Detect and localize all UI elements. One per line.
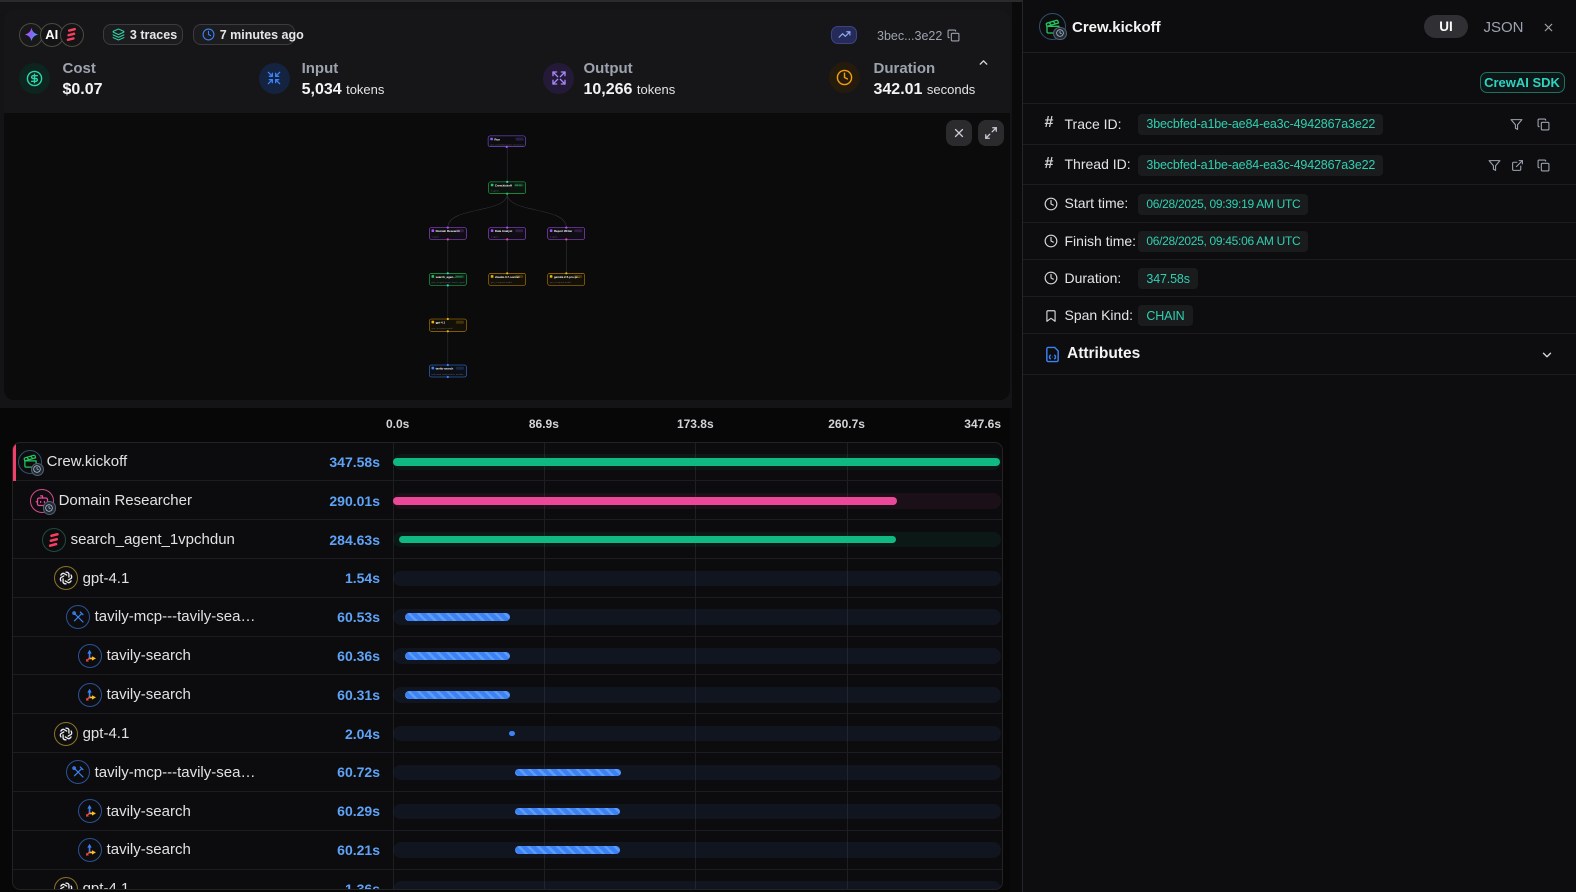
svg-text:gen_ai.request.model: gen_ai.request.model (432, 327, 454, 330)
svg-text:gen_ai.workflow.name: research: gen_ai.workflow.name: research-w (490, 143, 524, 146)
svg-text:Run: Run (494, 137, 500, 141)
svg-text:1 agent: 1 agent (491, 235, 499, 238)
svg-text:348.42s: 348.42s (515, 185, 522, 187)
svg-text:search_agen...: search_agen... (436, 275, 456, 279)
svg-text:3 agents: 3 agents (491, 190, 500, 193)
svg-text:tavily-search: tavily-search (436, 367, 454, 371)
svg-text:gen_ai.request.model: gen_ai.request.model (550, 281, 572, 284)
svg-text:gpt-4.1: gpt-4.1 (436, 321, 446, 325)
svg-text:gen_ai.request.model: gen_ai.request.model (491, 281, 513, 284)
svg-text:Crew.kickoff: Crew.kickoff (495, 183, 512, 187)
svg-text:Data Analyst: Data Analyst (495, 229, 512, 233)
svg-text:tool.name: tavily-search, tool: tool.name: tavily-search, tool.des (432, 373, 465, 376)
svg-text:284.63s: 284.63s (456, 276, 463, 278)
svg-text:1 agent: 1 agent (432, 235, 440, 238)
svg-text:Report Writer: Report Writer (554, 229, 573, 233)
svg-text:gen_ai.agent.name: search_agen: gen_ai.agent.name: search_agent (432, 281, 466, 284)
svg-text:1 agent: 1 agent (550, 235, 558, 238)
